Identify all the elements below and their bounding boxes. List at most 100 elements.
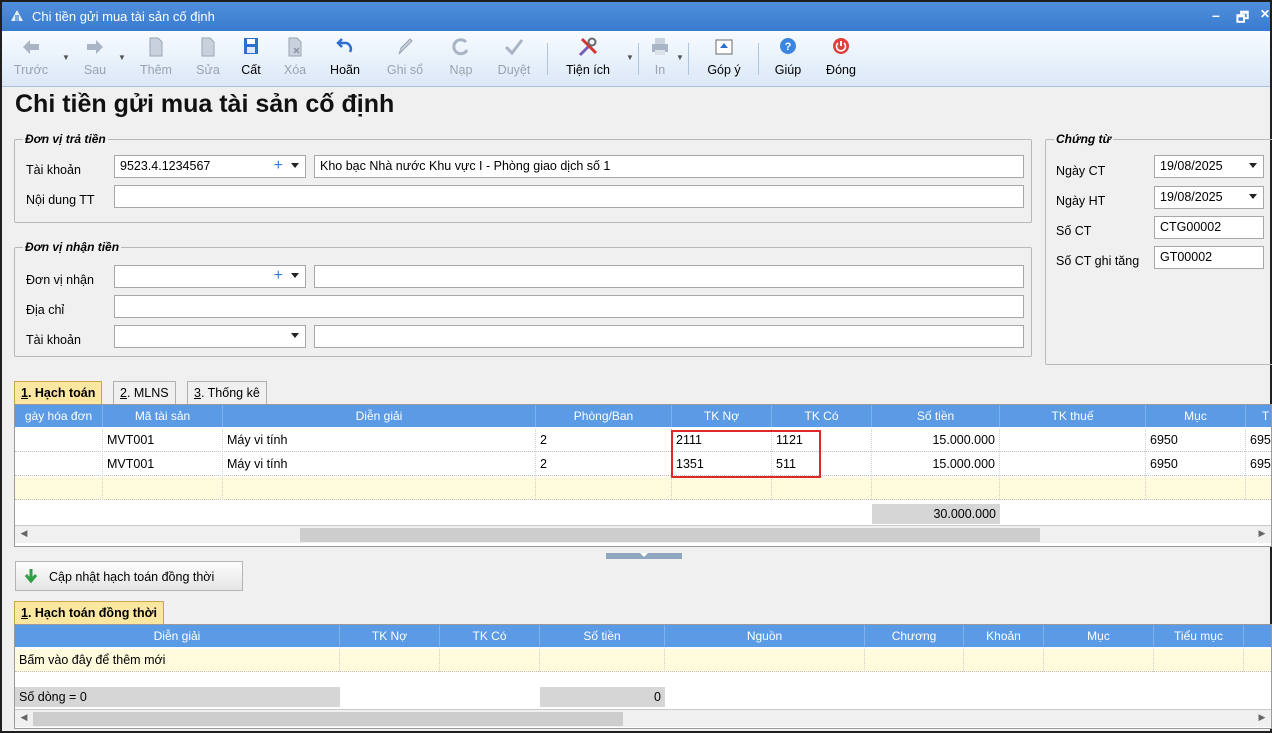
approve-button[interactable]: Duyệt <box>492 35 536 83</box>
column-header[interactable]: Mã tài sản <box>103 405 223 427</box>
payee-account-label: Tài khoản <box>26 333 81 347</box>
payee-account-combo[interactable] <box>114 325 306 348</box>
column-header[interactable]: TK Có <box>772 405 872 427</box>
tools-icon <box>578 37 598 57</box>
undo-button[interactable]: Hoãn <box>324 35 366 83</box>
scroll-right-icon[interactable]: ▶ <box>1255 528 1269 542</box>
update-concurrent-entries-button[interactable]: Cập nhật hạch toán đồng thời <box>15 561 243 591</box>
add-new-row[interactable]: Bấm vào đây để thêm mới <box>15 649 1271 672</box>
new-row[interactable] <box>15 477 1271 500</box>
horizontal-scrollbar[interactable]: ◀ ▶ <box>15 709 1271 727</box>
tab-hach-toan[interactable]: 1. Hạch toán <box>14 381 103 404</box>
add-button[interactable]: Thêm <box>135 35 177 83</box>
tab-thong-ke[interactable]: 3. Thống kê <box>187 381 267 404</box>
dropdown-arrow-icon[interactable] <box>291 163 299 168</box>
horizontal-scrollbar[interactable]: ◀ ▶ <box>15 525 1271 543</box>
payment-content-field[interactable] <box>114 185 1024 208</box>
add-icon[interactable]: + <box>274 267 283 285</box>
table-cell <box>872 477 1000 500</box>
arrow-right-icon <box>87 40 103 54</box>
table-row[interactable]: MVT001 Máy vi tính 2 2111 1121 15.000.00… <box>15 429 1271 452</box>
post-button[interactable]: Ghi sổ <box>382 35 428 83</box>
power-icon <box>833 38 849 54</box>
utilities-dropdown-icon[interactable]: ▼ <box>626 53 634 62</box>
scroll-left-icon[interactable]: ◀ <box>17 528 31 542</box>
payee-unit-name-field[interactable] <box>314 265 1024 288</box>
payer-account-name-field[interactable]: Kho bạc Nhà nước Khu vực I - Phòng giao … <box>314 155 1024 178</box>
column-header[interactable]: Nguồn <box>665 625 865 647</box>
next-dropdown-icon[interactable]: ▼ <box>118 53 126 62</box>
payee-unit-combo[interactable]: + <box>114 265 306 288</box>
close-window-button[interactable]: ✕ <box>1260 7 1270 21</box>
column-header[interactable]: TK Có <box>440 625 540 647</box>
table-cell <box>672 477 772 500</box>
payee-account-name-field[interactable] <box>314 325 1024 348</box>
column-header[interactable]: Số tiền <box>540 625 665 647</box>
table-cell <box>1246 477 1271 500</box>
payer-account-combo[interactable]: 9523.4.1234567 + <box>114 155 306 178</box>
column-header[interactable]: T <box>1246 405 1271 427</box>
column-header[interactable]: Mục <box>1044 625 1154 647</box>
splitter-handle[interactable] <box>606 553 682 559</box>
column-header[interactable]: Chương <box>865 625 964 647</box>
edit-button[interactable]: Sửa <box>191 35 225 83</box>
scroll-thumb[interactable] <box>33 712 623 726</box>
column-header[interactable]: gày hóa đơn <box>15 405 103 427</box>
dropdown-arrow-icon[interactable] <box>291 333 299 338</box>
print-button[interactable]: In <box>644 35 676 83</box>
toolbar-separator <box>638 43 639 75</box>
column-header[interactable]: Phòng/Ban <box>536 405 672 427</box>
save-button[interactable]: Cất <box>234 35 268 83</box>
increase-voucher-number-field[interactable]: GT00002 <box>1154 246 1264 269</box>
column-header[interactable]: Mục <box>1146 405 1246 427</box>
add-new-row-text[interactable]: Bấm vào đây để thêm mới <box>15 649 340 672</box>
posting-date-picker[interactable]: 19/08/2025 <box>1154 186 1264 209</box>
close-button[interactable]: Đóng <box>818 35 864 83</box>
save-label: Cất <box>241 63 261 77</box>
tab-mlns[interactable]: 2. MLNS <box>113 381 176 404</box>
voucher-date-value: 19/08/2025 <box>1160 159 1223 173</box>
column-header[interactable]: Diễn giải <box>15 625 340 647</box>
column-header[interactable]: Diễn giải <box>223 405 536 427</box>
dropdown-arrow-icon[interactable] <box>1249 163 1257 168</box>
reload-label: Nạp <box>449 63 473 77</box>
payer-legend: Đơn vị trả tiền <box>23 132 108 146</box>
dropdown-arrow-icon[interactable] <box>1249 194 1257 199</box>
table-cell <box>1000 477 1146 500</box>
reload-button[interactable]: Nạp <box>442 35 480 83</box>
next-button[interactable]: Sau <box>74 35 116 83</box>
utilities-button[interactable]: Tiện ích <box>558 35 618 83</box>
column-header[interactable]: Tiểu mục <box>1154 625 1244 647</box>
table-cell <box>15 477 103 500</box>
column-header[interactable]: TK thuế <box>1000 405 1146 427</box>
voucher-date-picker[interactable]: 19/08/2025 <box>1154 155 1264 178</box>
scroll-thumb[interactable] <box>300 528 1040 542</box>
table-cell <box>1000 453 1146 476</box>
column-header[interactable]: Số tiền <box>872 405 1000 427</box>
feedback-button[interactable]: Góp ý <box>702 35 746 83</box>
print-dropdown-icon[interactable]: ▼ <box>676 53 684 62</box>
minimize-button[interactable]: – <box>1212 7 1220 23</box>
voucher-number-field[interactable]: CTG00002 <box>1154 216 1264 239</box>
table-row[interactable]: MVT001 Máy vi tính 2 1351 511 15.000.000… <box>15 453 1271 476</box>
previous-button[interactable]: Trước <box>10 35 52 83</box>
column-header[interactable]: TK Nợ <box>340 625 440 647</box>
scroll-right-icon[interactable]: ▶ <box>1255 712 1269 726</box>
arrow-down-icon <box>24 569 38 584</box>
table-cell <box>223 477 536 500</box>
add-icon[interactable]: + <box>274 157 283 175</box>
column-header[interactable]: TK Nợ <box>672 405 772 427</box>
column-header[interactable] <box>1244 625 1271 647</box>
column-header[interactable]: Khoản <box>964 625 1044 647</box>
table-cell <box>1000 429 1146 452</box>
restore-button[interactable]: 🗗 <box>1236 7 1249 31</box>
dropdown-arrow-icon[interactable] <box>291 273 299 278</box>
help-button[interactable]: ? Giúp <box>768 35 808 83</box>
previous-dropdown-icon[interactable]: ▼ <box>62 53 70 62</box>
scroll-left-icon[interactable]: ◀ <box>17 712 31 726</box>
toolbar-separator <box>758 43 759 75</box>
payee-address-field[interactable] <box>114 295 1024 318</box>
tab-concurrent-entries[interactable]: 1. Hạch toán đồng thời <box>14 601 164 624</box>
delete-button[interactable]: Xóa <box>278 35 312 83</box>
table-cell <box>772 477 872 500</box>
